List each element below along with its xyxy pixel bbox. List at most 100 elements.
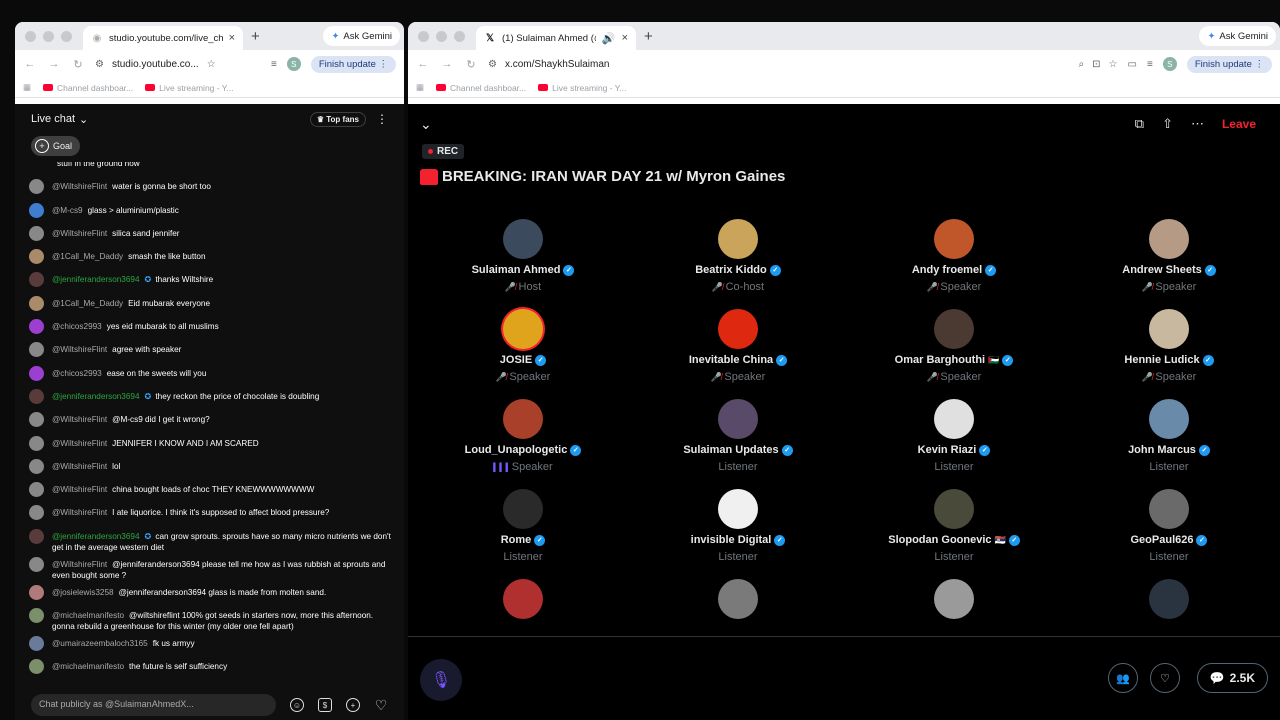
avatar[interactable] bbox=[29, 412, 44, 428]
maximize-window-button[interactable] bbox=[61, 30, 72, 42]
site-settings-icon[interactable]: ⚙ bbox=[95, 59, 104, 70]
url-field[interactable]: ⚙ studio.youtube.co... ☆ bbox=[95, 59, 261, 70]
close-tab-icon[interactable]: × bbox=[622, 32, 628, 44]
maximize-window-button[interactable] bbox=[454, 30, 465, 42]
avatar[interactable] bbox=[29, 528, 44, 544]
chat-message[interactable]: @WiltshireFlint @M-cs9 did I get it wrong… bbox=[29, 412, 396, 428]
avatar[interactable] bbox=[29, 435, 44, 451]
ask-gemini-button[interactable]: ✦ Ask Gemini bbox=[1199, 26, 1276, 46]
avatar[interactable] bbox=[718, 309, 758, 349]
avatar[interactable] bbox=[29, 225, 44, 241]
chat-message[interactable]: @jenniferanderson3694 ✪ they reckon the pr… bbox=[29, 388, 396, 404]
participant[interactable] bbox=[1069, 579, 1269, 624]
avatar[interactable] bbox=[1149, 309, 1189, 349]
participant[interactable]: Slopodan Goonevic 🇷🇸 ✓ Listener bbox=[854, 489, 1054, 563]
participant[interactable]: Inevitable China ✓ 🎤̸ Speaker bbox=[638, 309, 838, 383]
minimize-window-button[interactable] bbox=[436, 30, 447, 42]
chat-author[interactable]: @umairazeembaloch3165 bbox=[52, 639, 148, 648]
chat-author[interactable]: @WiltshireFlint bbox=[52, 182, 107, 191]
chat-message[interactable]: @jenniferanderson3694 ✪ can grow sprouts. … bbox=[29, 528, 396, 553]
avatar[interactable] bbox=[29, 458, 44, 474]
avatar[interactable] bbox=[503, 399, 543, 439]
more-icon[interactable]: ⋯ bbox=[1191, 116, 1204, 132]
url-field[interactable]: ⚙ x.com/ShaykhSulaiman ⌕ ⊡ ☆ bbox=[488, 59, 1118, 70]
participant[interactable] bbox=[854, 579, 1054, 624]
chat-message[interactable]: @michaelmanifesto the future is self suff… bbox=[29, 659, 396, 675]
avatar[interactable] bbox=[29, 636, 44, 652]
chat-author[interactable]: @michaelmanifesto bbox=[52, 611, 124, 620]
chat-author[interactable]: @WiltshireFlint bbox=[52, 508, 107, 517]
chat-author[interactable]: @chicos2993 bbox=[52, 369, 102, 378]
heart-icon[interactable]: ♡ bbox=[374, 697, 388, 713]
avatar[interactable] bbox=[29, 249, 44, 265]
chat-author[interactable]: @jenniferanderson3694 bbox=[52, 532, 140, 541]
chat-message[interactable]: @M-cs9 glass > aluminium/plastic bbox=[29, 202, 396, 218]
browser-tab-studio[interactable]: ◉ studio.youtube.com/live_chat × bbox=[83, 26, 243, 50]
close-tab-icon[interactable]: × bbox=[229, 32, 235, 44]
media-controls-icon[interactable]: ≡ bbox=[1147, 59, 1153, 70]
share-icon[interactable]: ⇧ bbox=[1162, 116, 1173, 132]
avatar[interactable] bbox=[934, 399, 974, 439]
participant[interactable]: Sulaiman Ahmed ✓ 🎤̸ Host bbox=[423, 219, 623, 293]
avatar[interactable] bbox=[503, 309, 543, 349]
minimize-window-button[interactable] bbox=[43, 30, 54, 42]
comments-count-button[interactable]: 💬 2.5K bbox=[1196, 663, 1268, 693]
top-fans-button[interactable]: ♛ Top fans bbox=[309, 111, 366, 127]
chat-author[interactable]: @M-cs9 bbox=[52, 206, 83, 215]
microphone-button[interactable]: 🎙 bbox=[420, 659, 462, 701]
participant[interactable]: Omar Barghouthi 🇵🇸 ✓ 🎤̸ Speaker bbox=[854, 309, 1054, 383]
chat-author[interactable]: @jenniferanderson3694 bbox=[52, 392, 140, 401]
participant[interactable]: Rome ✓ Listener bbox=[423, 489, 623, 563]
avatar[interactable] bbox=[29, 556, 44, 572]
profile-avatar[interactable]: S bbox=[286, 57, 301, 71]
site-settings-icon[interactable]: ⚙ bbox=[488, 59, 497, 70]
leave-button[interactable]: Leave bbox=[1222, 117, 1256, 131]
chat-author[interactable]: @WiltshireFlint bbox=[52, 462, 107, 471]
participant[interactable] bbox=[638, 579, 838, 624]
bookmark-live-streaming[interactable]: Live streaming - Y... bbox=[145, 83, 233, 93]
chat-author[interactable]: @WiltshireFlint bbox=[52, 345, 107, 354]
participant[interactable]: invisible Digital ✓ Listener bbox=[638, 489, 838, 563]
bookmark-channel-dashboard[interactable]: Channel dashboar... bbox=[43, 83, 133, 93]
back-icon[interactable]: ← bbox=[23, 58, 37, 70]
chat-message[interactable]: stuff in the ground now bbox=[29, 162, 396, 171]
chat-message[interactable]: @josielewis3258 @jenniferanderson3694 gla… bbox=[29, 584, 396, 600]
chat-author[interactable]: @josielewis3258 bbox=[52, 588, 114, 597]
avatar[interactable] bbox=[718, 579, 758, 619]
apps-grid-icon[interactable]: ▦ bbox=[416, 82, 424, 93]
chat-author[interactable]: @chicos2993 bbox=[52, 322, 102, 331]
reload-icon[interactable]: ↻ bbox=[464, 58, 478, 71]
avatar[interactable] bbox=[934, 489, 974, 529]
ask-gemini-button[interactable]: ✦ Ask Gemini bbox=[323, 26, 400, 46]
profile-avatar[interactable]: S bbox=[1162, 57, 1177, 71]
chat-message[interactable]: @WiltshireFlint lol bbox=[29, 458, 396, 474]
avatar[interactable] bbox=[934, 579, 974, 619]
chat-message[interactable]: @michaelmanifesto @wiltshireflint 100% go… bbox=[29, 608, 396, 632]
avatar[interactable] bbox=[1149, 489, 1189, 529]
chat-message[interactable]: @WiltshireFlint agree with speaker bbox=[29, 342, 396, 358]
avatar[interactable] bbox=[1149, 399, 1189, 439]
chat-author[interactable]: @WiltshireFlint bbox=[52, 560, 107, 569]
avatar[interactable] bbox=[29, 608, 44, 624]
avatar[interactable] bbox=[934, 309, 974, 349]
avatar[interactable] bbox=[29, 584, 44, 600]
participant[interactable]: John Marcus ✓ Listener bbox=[1069, 399, 1269, 473]
participant[interactable]: GeoPaul626 ✓ Listener bbox=[1069, 489, 1269, 563]
media-controls-icon[interactable]: ≡ bbox=[271, 59, 277, 70]
chat-message[interactable]: @WiltshireFlint @jenniferanderson3694 ple… bbox=[29, 556, 396, 581]
avatar[interactable] bbox=[29, 179, 44, 195]
reactions-button[interactable]: ♡ bbox=[1150, 663, 1180, 693]
avatar[interactable] bbox=[29, 482, 44, 498]
chat-author[interactable]: @jenniferanderson3694 bbox=[52, 275, 140, 284]
avatar[interactable] bbox=[1149, 579, 1189, 619]
zoom-icon[interactable]: ⌕ bbox=[1079, 59, 1085, 70]
avatar[interactable] bbox=[503, 579, 543, 619]
avatar[interactable] bbox=[934, 219, 974, 259]
avatar[interactable] bbox=[503, 489, 543, 529]
participant[interactable] bbox=[423, 579, 623, 624]
chat-message[interactable]: @WiltshireFlint china bought loads of cho… bbox=[29, 482, 396, 498]
avatar[interactable] bbox=[29, 342, 44, 358]
super-chat-icon[interactable]: $ bbox=[318, 698, 332, 712]
avatar[interactable] bbox=[29, 505, 44, 521]
new-tab-button[interactable]: + bbox=[251, 28, 260, 45]
